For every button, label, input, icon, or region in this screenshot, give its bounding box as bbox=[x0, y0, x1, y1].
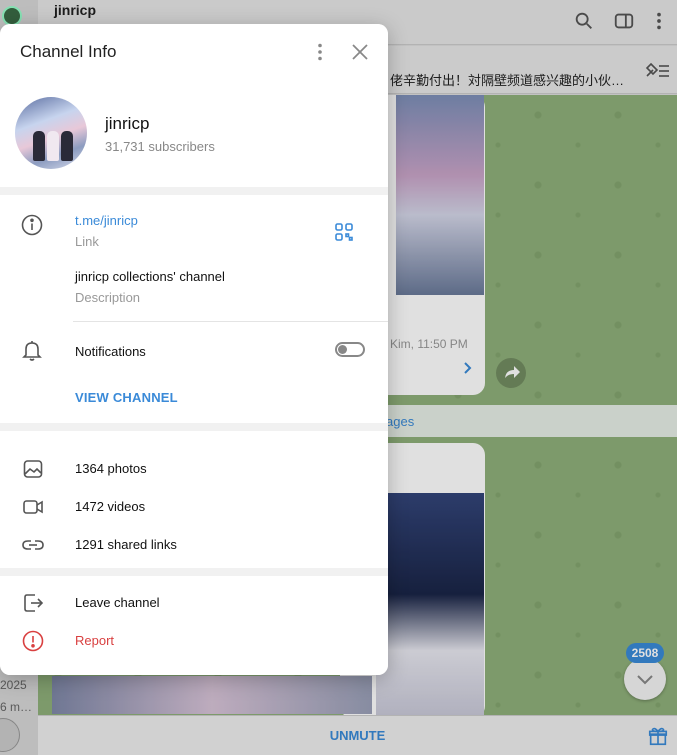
subscriber-count: 31,731 subscribers bbox=[105, 139, 215, 154]
channel-details-section: t.me/jinricp Link jinricp collections' c… bbox=[0, 195, 388, 423]
photos-row[interactable]: 1364 photos bbox=[0, 450, 388, 488]
report-row[interactable]: Report bbox=[0, 622, 388, 660]
photos-count: 1364 photos bbox=[75, 461, 147, 476]
info-icon bbox=[21, 214, 43, 236]
view-channel-button[interactable]: VIEW CHANNEL bbox=[75, 390, 178, 405]
shared-media-section: 1364 photos 1472 videos 1291 shared link… bbox=[0, 431, 388, 568]
channel-header-section: Channel Info jinricp 31,731 subscribers bbox=[0, 24, 388, 187]
more-vertical-icon[interactable] bbox=[310, 42, 330, 62]
video-icon bbox=[23, 500, 43, 514]
channel-name: jinricp bbox=[105, 114, 150, 133]
leave-channel-label: Leave channel bbox=[75, 595, 160, 610]
channel-info-dialog: Channel Info jinricp 31,731 subscribers … bbox=[0, 24, 388, 675]
close-icon[interactable] bbox=[350, 42, 370, 62]
channel-actions-section: Leave channel Report bbox=[0, 576, 388, 675]
channel-link-label: Link bbox=[75, 234, 99, 249]
links-count: 1291 shared links bbox=[75, 537, 177, 552]
dialog-title: Channel Info bbox=[20, 42, 117, 61]
notifications-label: Notifications bbox=[75, 344, 146, 359]
qr-icon[interactable] bbox=[334, 222, 354, 242]
report-icon bbox=[22, 630, 44, 652]
bell-icon bbox=[22, 341, 42, 361]
channel-description-label: Description bbox=[75, 290, 141, 305]
channel-description: jinricp collections' channel bbox=[75, 269, 225, 284]
videos-count: 1472 videos bbox=[75, 499, 146, 514]
report-label: Report bbox=[75, 633, 115, 648]
links-row[interactable]: 1291 shared links bbox=[0, 526, 388, 564]
photo-icon bbox=[23, 460, 43, 478]
channel-avatar[interactable] bbox=[15, 97, 87, 169]
link-icon bbox=[22, 540, 44, 550]
leave-channel-row[interactable]: Leave channel bbox=[0, 584, 388, 622]
channel-link[interactable]: t.me/jinricp bbox=[75, 213, 138, 228]
divider bbox=[73, 321, 388, 322]
videos-row[interactable]: 1472 videos bbox=[0, 488, 388, 526]
leave-icon bbox=[24, 594, 44, 612]
notifications-toggle[interactable] bbox=[335, 342, 365, 357]
